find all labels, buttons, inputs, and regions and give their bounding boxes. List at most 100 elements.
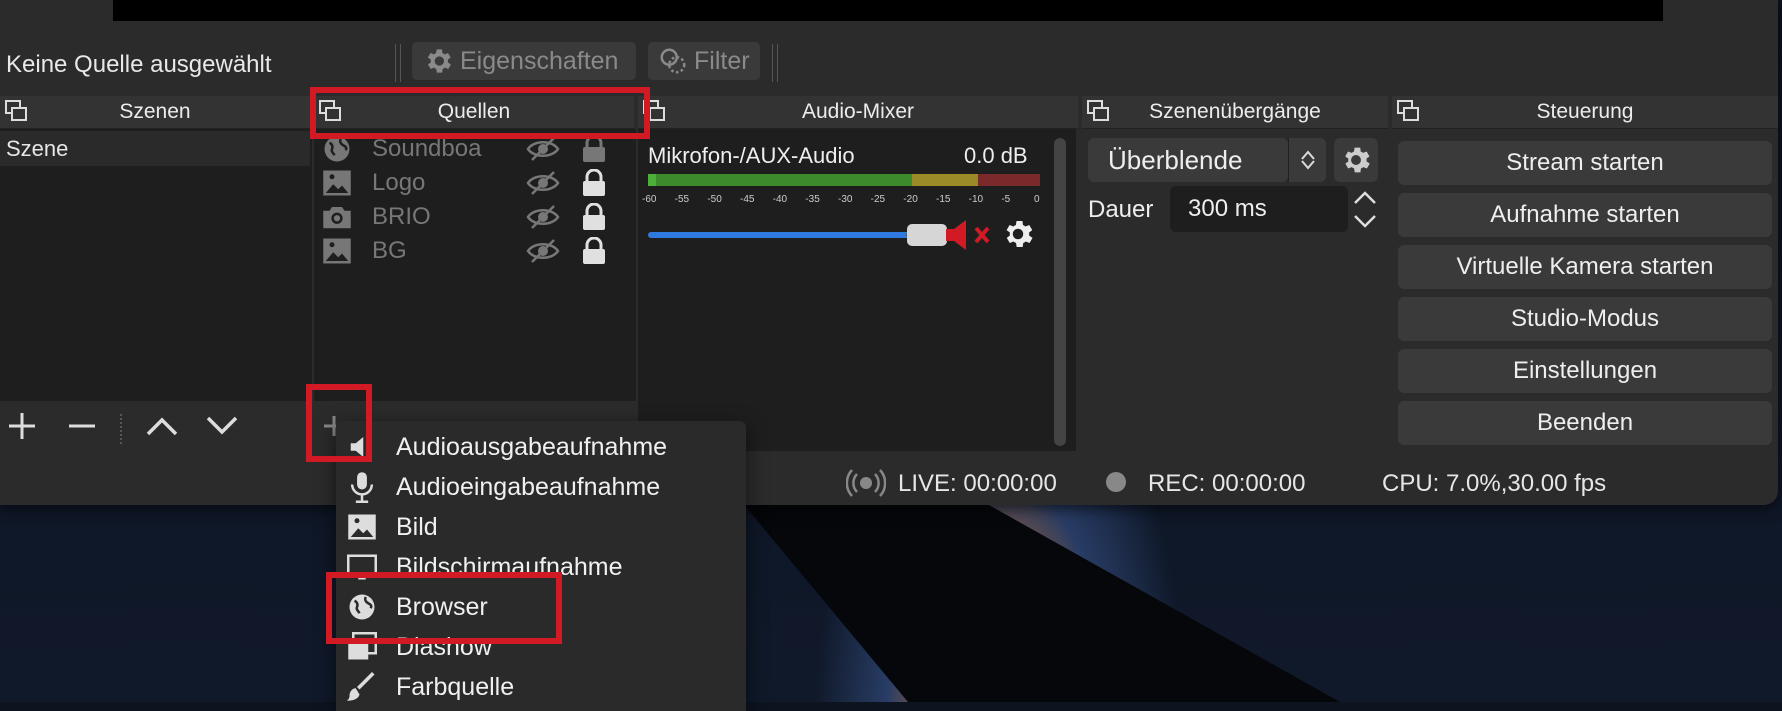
- scenes-dock-header: Szenen: [0, 96, 310, 129]
- float-dock-icon[interactable]: [1086, 99, 1110, 123]
- eye-hidden-icon[interactable]: [526, 204, 560, 230]
- divider: [395, 44, 401, 82]
- start-recording-button[interactable]: Aufnahme starten: [1398, 193, 1772, 237]
- speaker-muted-icon: [946, 220, 990, 250]
- lock-icon[interactable]: [582, 237, 606, 265]
- chevron-down-icon: [206, 416, 238, 435]
- eye-hidden-icon[interactable]: [526, 136, 560, 162]
- gear-icon: [427, 49, 451, 73]
- lock-icon[interactable]: [582, 203, 606, 231]
- meter-tick-label: -55: [674, 194, 690, 205]
- mute-button[interactable]: [944, 218, 996, 257]
- float-dock-icon[interactable]: [4, 99, 28, 123]
- chevron-up-icon: [146, 417, 178, 436]
- move-scene-up-button[interactable]: [144, 408, 180, 444]
- start-stream-button[interactable]: Stream starten: [1398, 141, 1772, 185]
- mixer-dock-header: Audio-Mixer: [638, 96, 1078, 129]
- plus-icon: [9, 413, 35, 439]
- camera-icon: [323, 207, 351, 229]
- eye-hidden-icon[interactable]: [526, 238, 560, 264]
- menu-item-audio-output[interactable]: Audioausgabeaufnahme: [336, 427, 746, 467]
- remove-scene-button[interactable]: [64, 408, 100, 444]
- meter-tick-label: -20: [903, 194, 918, 205]
- transition-select-arrows[interactable]: [1288, 138, 1326, 182]
- scene-item[interactable]: Szene: [0, 131, 310, 166]
- menu-item-image[interactable]: Bild: [336, 507, 746, 547]
- source-item[interactable]: BG: [322, 234, 606, 268]
- source-name: BG: [372, 237, 407, 264]
- volume-slider-handle[interactable]: [907, 224, 947, 246]
- lock-icon[interactable]: [582, 169, 606, 197]
- brush-icon: [347, 672, 375, 701]
- controls-title: Steuerung: [1536, 100, 1634, 123]
- source-item[interactable]: BRIO: [322, 200, 606, 234]
- meter-tick-label: -15: [936, 194, 951, 205]
- start-virtual-camera-button[interactable]: Virtuelle Kamera starten: [1398, 245, 1772, 289]
- filter-icon: [660, 48, 686, 74]
- mixer-channel-name: Mikrofon-/AUX-Audio: [648, 143, 855, 168]
- chevron-up-icon: [1354, 190, 1376, 204]
- menu-item-color-source[interactable]: Farbquelle: [336, 667, 746, 707]
- transition-value: Überblende: [1108, 144, 1243, 175]
- meter-tick-label: -60: [642, 194, 657, 205]
- eye-hidden-icon[interactable]: [526, 170, 560, 196]
- settings-button[interactable]: Einstellungen: [1398, 349, 1772, 393]
- meter-tick-label: -45: [740, 194, 755, 205]
- highlight-sources-header: [310, 87, 650, 139]
- divider: [772, 44, 778, 82]
- cpu-fps: CPU: 7.0%,30.00 fps: [1382, 470, 1607, 497]
- scenes-list: [0, 129, 312, 401]
- studio-mode-button[interactable]: Studio-Modus: [1398, 297, 1772, 341]
- microphone-icon: [350, 472, 374, 503]
- transitions-title: Szenenübergänge: [1149, 100, 1321, 123]
- filter-button[interactable]: Filter: [648, 42, 760, 80]
- meter-tick-label: -10: [968, 194, 984, 205]
- gear-icon: [1006, 220, 1033, 248]
- chevron-up-icon: [1300, 150, 1315, 160]
- image-icon: [323, 170, 351, 196]
- duration-value: 300 ms: [1188, 195, 1267, 222]
- menu-item-audio-input[interactable]: Audioeingabeaufnahme: [336, 467, 746, 507]
- mixer-settings-button[interactable]: [1000, 216, 1036, 257]
- menu-item-label: Audioausgabeaufnahme: [396, 432, 668, 461]
- source-name: Soundboa: [372, 135, 482, 162]
- mixer-scrollbar[interactable]: [1054, 138, 1066, 446]
- meter-tick-label: -25: [870, 194, 886, 205]
- float-dock-icon[interactable]: [1396, 99, 1420, 123]
- live-timer: LIVE: 00:00:00: [898, 470, 1057, 497]
- lock-icon[interactable]: [582, 135, 606, 163]
- duration-stepper[interactable]: [1348, 186, 1382, 232]
- chevron-down-icon: [1354, 214, 1376, 228]
- add-scene-button[interactable]: [4, 408, 40, 444]
- mixer-level: 0.0 dB: [964, 143, 1028, 168]
- preview-canvas: [113, 0, 1663, 21]
- meter-tick-label: -30: [838, 194, 853, 205]
- mixer-title: Audio-Mixer: [801, 100, 915, 123]
- source-name: BRIO: [372, 203, 431, 230]
- source-name: Logo: [372, 169, 426, 196]
- volume-slider-track[interactable]: [648, 232, 917, 238]
- scenes-title: Szenen: [119, 100, 191, 123]
- transition-select[interactable]: Überblende: [1088, 138, 1288, 182]
- volume-meter: [648, 174, 1040, 186]
- add-source-menu: Audioausgabeaufnahme Audioeingabeaufnahm…: [336, 421, 746, 711]
- controls-dock-header: Steuerung: [1392, 96, 1778, 129]
- filter-label: Filter: [694, 46, 750, 75]
- meter-tick-label: -5: [1001, 194, 1011, 205]
- obs-window: Keine Quelle ausgewählt Eigenschaften Fi…: [0, 0, 1778, 505]
- source-item[interactable]: Logo: [322, 166, 606, 200]
- gear-icon: [1345, 147, 1370, 173]
- broadcast-icon: [846, 469, 886, 497]
- meter-scale: -60 -55 -50 -45 -40 -35 -30 -25 -20 -15 -10 -5 0: [642, 190, 1046, 210]
- duration-input[interactable]: 300 ms: [1170, 186, 1348, 232]
- minus-icon: [69, 424, 95, 428]
- properties-label: Eigenschaften: [460, 46, 619, 75]
- exit-button[interactable]: Beenden: [1398, 401, 1772, 445]
- properties-button[interactable]: Eigenschaften: [412, 42, 636, 80]
- no-source-label: Keine Quelle ausgewählt: [6, 51, 272, 78]
- transition-settings-button[interactable]: [1334, 138, 1378, 182]
- move-scene-down-button[interactable]: [204, 408, 240, 444]
- record-indicator-icon: [1106, 472, 1126, 492]
- transitions-dock-header: Szenenübergänge: [1082, 96, 1388, 129]
- meter-tick-label: -35: [805, 194, 820, 205]
